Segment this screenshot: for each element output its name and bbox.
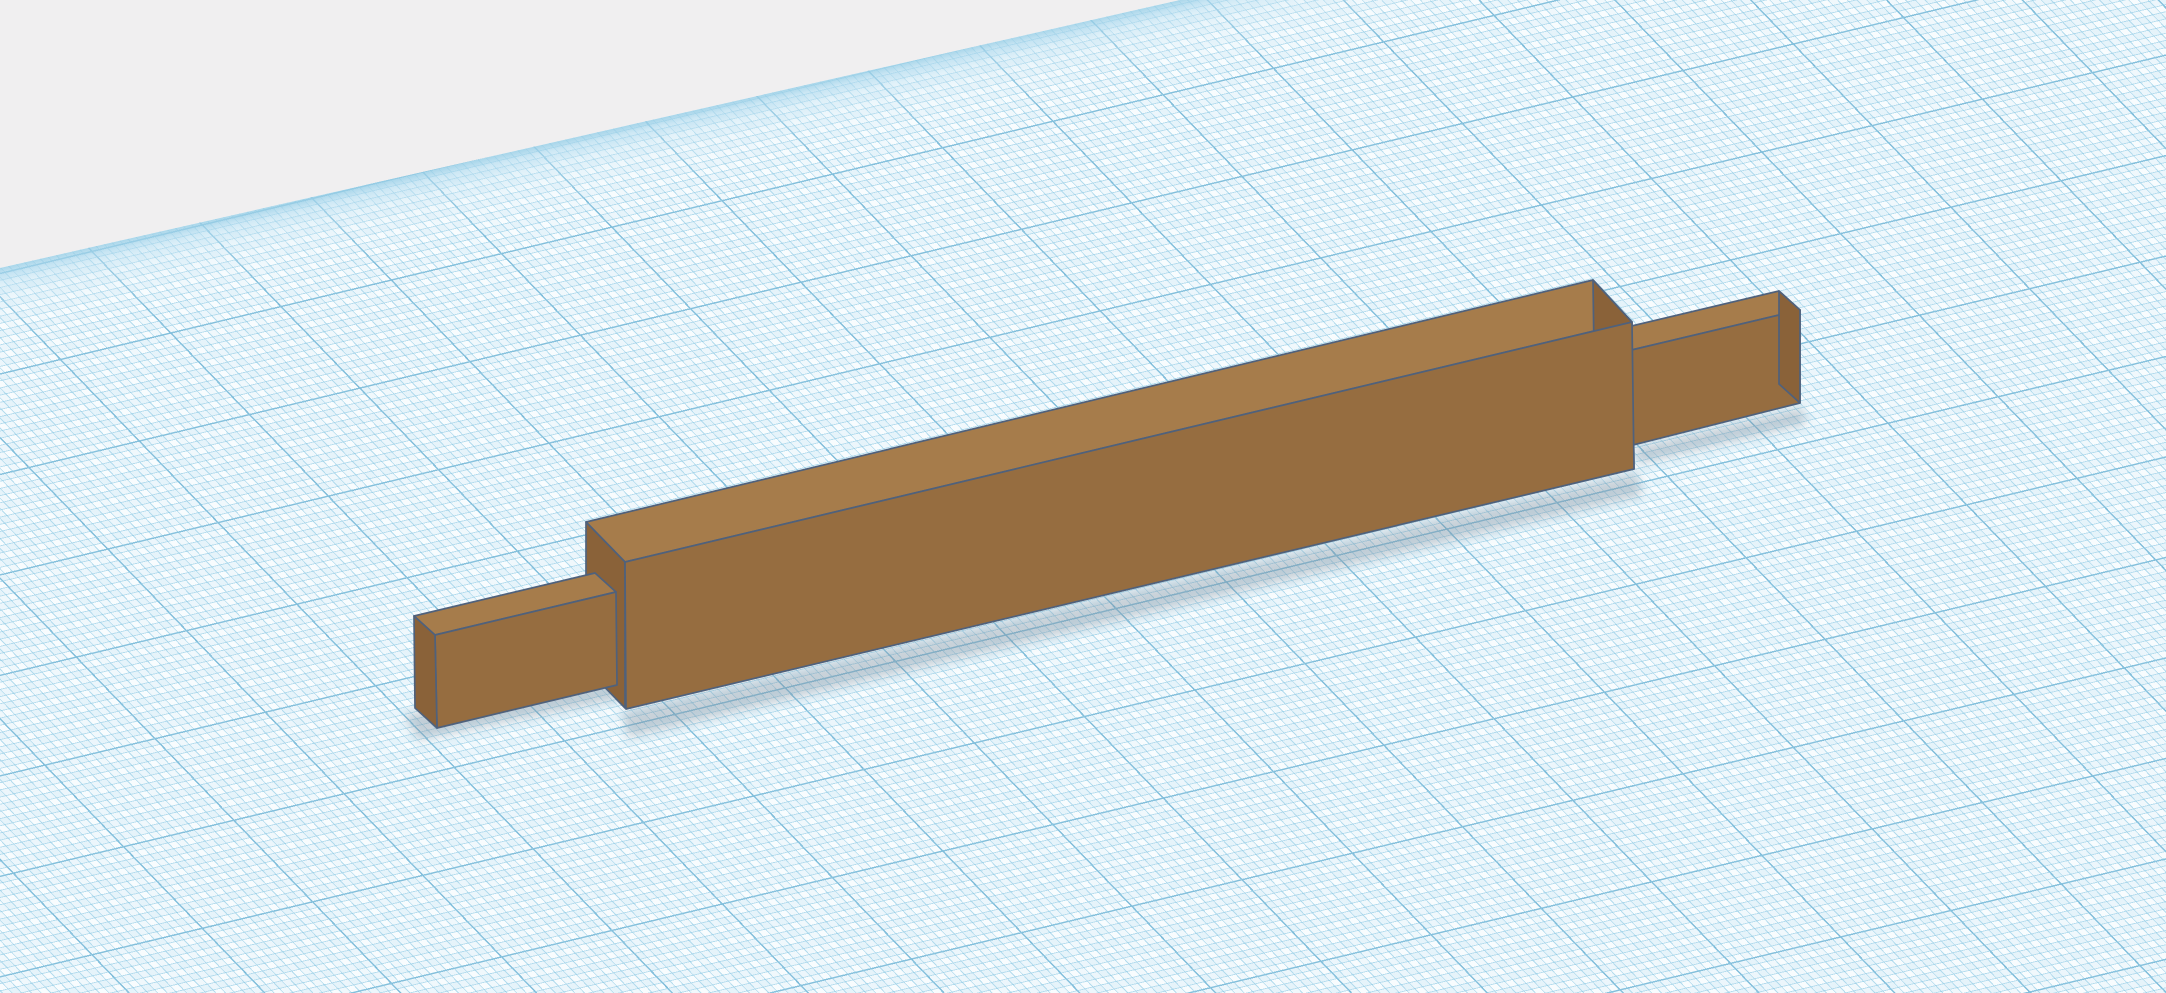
left-stub-end-cap[interactable]	[413, 615, 438, 729]
scene-overlay	[404, 279, 1807, 740]
cad-viewport[interactable]	[0, 0, 2166, 993]
right-stub-end-cap[interactable]	[1778, 290, 1801, 404]
